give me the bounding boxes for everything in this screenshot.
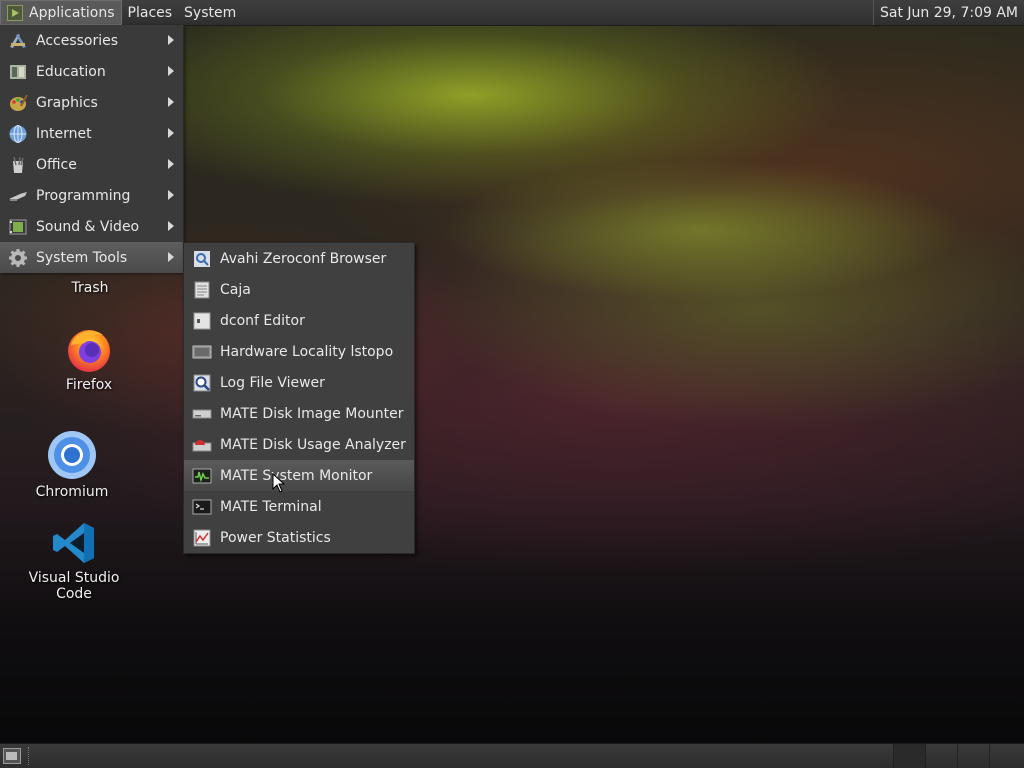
submenu-item-label: Log File Viewer: [220, 374, 325, 391]
places-label: Places: [127, 4, 173, 21]
office-icon: [8, 155, 28, 175]
submenu-item-log-file-viewer[interactable]: Log File Viewer: [184, 367, 414, 398]
menu-item-label: Office: [36, 156, 77, 173]
submenu-item-mate-disk-usage-analyzer[interactable]: MATE Disk Usage Analyzer: [184, 429, 414, 460]
dconf-editor-icon: [192, 311, 212, 331]
internet-icon: [8, 124, 28, 144]
menu-item-label: Accessories: [36, 32, 119, 49]
submenu-item-dconf-editor[interactable]: dconf Editor: [184, 305, 414, 336]
submenu-arrow-icon: [168, 97, 174, 107]
submenu-arrow-icon: [168, 159, 174, 169]
firefox-icon: [68, 330, 110, 372]
applications-menu: Accessories Education Graphics Internet …: [0, 25, 184, 273]
chromium-icon: [48, 431, 96, 479]
programming-icon: [8, 186, 28, 206]
power-statistics-icon: [192, 528, 212, 548]
workspace-3[interactable]: [957, 744, 989, 768]
system-tools-submenu: Avahi Zeroconf Browser Caja dconf Editor…: [183, 242, 415, 554]
firefox-label: Firefox: [65, 377, 113, 393]
places-menu-button[interactable]: Places: [122, 0, 179, 25]
accessories-icon: [8, 31, 28, 51]
clock-text: Sat Jun 29, 7:09 AM: [880, 4, 1018, 21]
panel-grip: [28, 747, 31, 765]
menu-item-label: Programming: [36, 187, 131, 204]
menu-item-system-tools[interactable]: System Tools: [0, 242, 183, 273]
menu-item-label: Graphics: [36, 94, 98, 111]
system-monitor-icon: [192, 466, 212, 486]
sound-video-icon: [8, 217, 28, 237]
menu-item-label: Internet: [36, 125, 92, 142]
system-menu-button[interactable]: System: [178, 0, 242, 25]
hardware-icon: [192, 342, 212, 362]
trash-label: Trash: [71, 280, 109, 296]
submenu-arrow-icon: [168, 35, 174, 45]
desktop-trash[interactable]: Trash: [60, 276, 120, 296]
menu-item-office[interactable]: Office: [0, 149, 183, 180]
submenu-item-mate-system-monitor[interactable]: MATE System Monitor: [184, 460, 414, 491]
submenu-item-label: MATE Disk Image Mounter: [220, 405, 404, 422]
vscode-icon: [53, 523, 94, 563]
education-icon: [8, 62, 28, 82]
submenu-arrow-icon: [168, 66, 174, 76]
submenu-item-label: Power Statistics: [220, 529, 331, 546]
submenu-arrow-icon: [168, 128, 174, 138]
applications-label: Applications: [29, 4, 115, 21]
menu-item-sound-video[interactable]: Sound & Video: [0, 211, 183, 242]
workspace-2[interactable]: [925, 744, 957, 768]
submenu-item-mate-disk-image-mounter[interactable]: MATE Disk Image Mounter: [184, 398, 414, 429]
menu-item-label: Education: [36, 63, 106, 80]
graphics-icon: [8, 93, 28, 113]
menu-item-education[interactable]: Education: [0, 56, 183, 87]
menu-item-label: Sound & Video: [36, 218, 140, 235]
submenu-item-power-statistics[interactable]: Power Statistics: [184, 522, 414, 553]
submenu-arrow-icon: [168, 252, 174, 262]
submenu-item-mate-terminal[interactable]: MATE Terminal: [184, 491, 414, 522]
log-viewer-icon: [192, 373, 212, 393]
menu-item-label: System Tools: [36, 249, 128, 266]
gear-icon: [8, 248, 28, 268]
mate-logo-icon: [7, 4, 23, 21]
vscode-label: Visual Studio Code: [28, 570, 120, 602]
submenu-item-label: Caja: [220, 281, 251, 298]
desktop-chromium[interactable]: Chromium: [34, 430, 110, 500]
submenu-item-caja[interactable]: Caja: [184, 274, 414, 305]
applications-menu-button[interactable]: Applications: [0, 0, 122, 25]
submenu-item-avahi-zeroconf-browser[interactable]: Avahi Zeroconf Browser: [184, 243, 414, 274]
top-panel: Applications Places System Sat Jun 29, 7…: [0, 0, 1024, 26]
submenu-arrow-icon: [168, 190, 174, 200]
submenu-item-label: MATE Disk Usage Analyzer: [220, 436, 406, 453]
mouse-pointer-icon: [272, 473, 286, 493]
disk-usage-icon: [192, 435, 212, 455]
desktop-firefox[interactable]: Firefox: [52, 325, 126, 393]
terminal-icon: [192, 497, 212, 517]
menu-item-accessories[interactable]: Accessories: [0, 25, 183, 56]
network-browser-icon: [192, 249, 212, 269]
chromium-label: Chromium: [35, 484, 109, 500]
menu-item-internet[interactable]: Internet: [0, 118, 183, 149]
submenu-item-label: MATE Terminal: [220, 498, 322, 515]
clock[interactable]: Sat Jun 29, 7:09 AM: [873, 0, 1024, 25]
submenu-item-label: Hardware Locality lstopo: [220, 343, 394, 360]
menu-item-graphics[interactable]: Graphics: [0, 87, 183, 118]
workspace-4[interactable]: [989, 744, 1024, 768]
submenu-item-label: Avahi Zeroconf Browser: [220, 250, 387, 267]
desktop-vscode[interactable]: Visual Studio Code: [12, 520, 136, 602]
bottom-panel: [0, 743, 1024, 768]
menu-item-programming[interactable]: Programming: [0, 180, 183, 211]
show-desktop-button[interactable]: [3, 748, 21, 764]
submenu-item-label: MATE System Monitor: [220, 467, 373, 484]
disk-mounter-icon: [192, 404, 212, 424]
workspace-1[interactable]: [893, 744, 925, 768]
submenu-arrow-icon: [168, 221, 174, 231]
file-manager-icon: [192, 280, 212, 300]
submenu-item-hardware-locality-lstopo[interactable]: Hardware Locality lstopo: [184, 336, 414, 367]
submenu-item-label: dconf Editor: [220, 312, 305, 329]
system-label: System: [184, 4, 237, 21]
